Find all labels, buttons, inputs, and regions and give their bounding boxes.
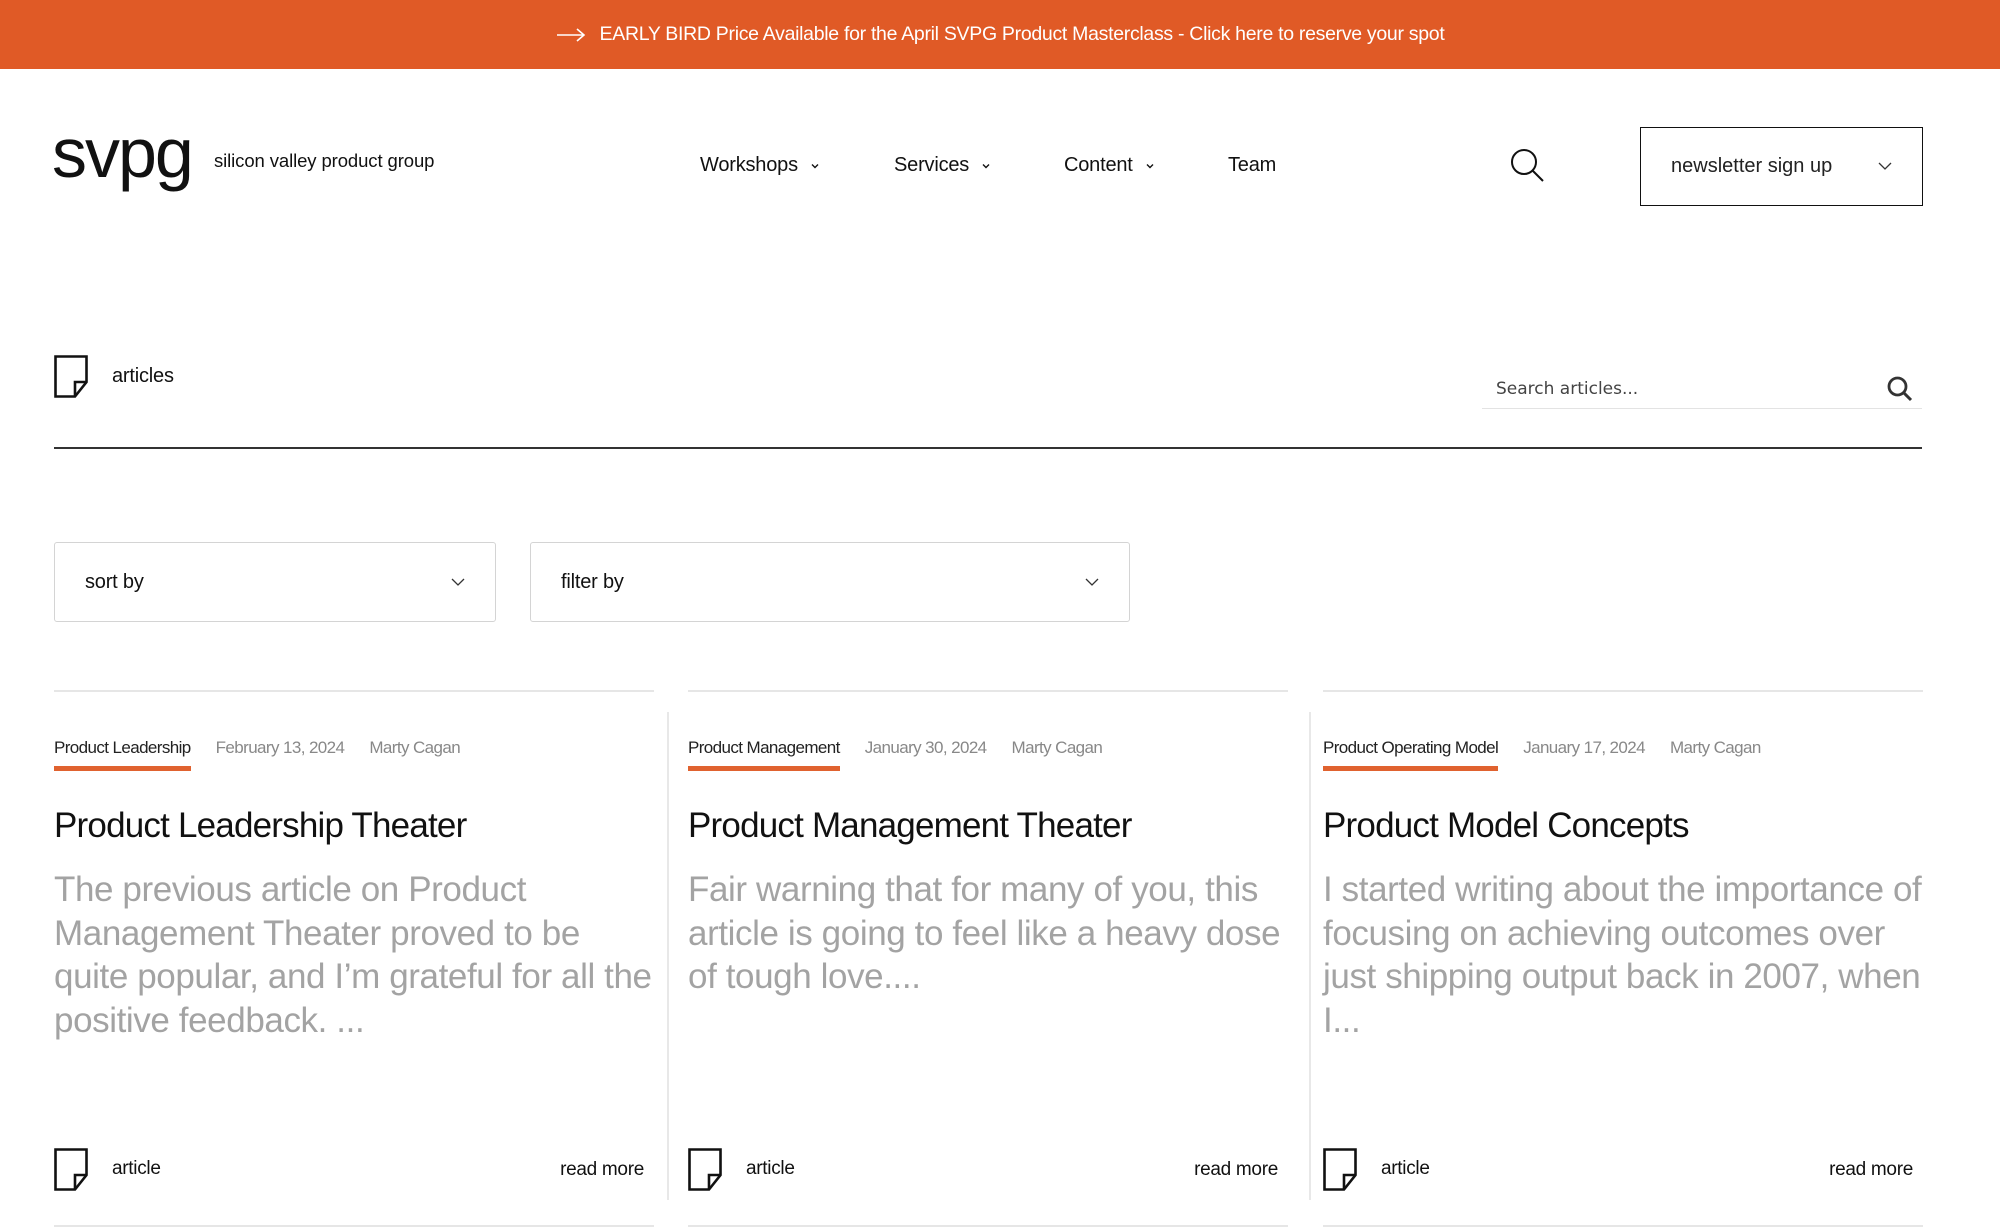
article-category-tag[interactable]: Product Operating Model xyxy=(1323,738,1499,771)
article-meta: Product Leadership February 13, 2024 Mar… xyxy=(54,738,461,771)
chevron-down-icon xyxy=(1878,162,1892,170)
card-column-divider xyxy=(1309,712,1311,1200)
article-title[interactable]: Product Model Concepts xyxy=(1323,806,1689,846)
nav-content[interactable]: Content xyxy=(1064,154,1155,177)
article-author[interactable]: Marty Cagan xyxy=(369,738,460,758)
article-meta: Product Operating Model January 17, 2024… xyxy=(1323,738,1761,771)
logo[interactable]: svpg xyxy=(52,118,194,188)
article-title[interactable]: Product Management Theater xyxy=(688,806,1132,846)
chevron-down-icon xyxy=(1146,163,1154,168)
section-divider xyxy=(54,447,1922,449)
document-icon xyxy=(688,1148,722,1191)
article-author[interactable]: Marty Cagan xyxy=(1012,738,1103,758)
document-icon xyxy=(54,1148,88,1191)
article-date: January 17, 2024 xyxy=(1523,738,1645,757)
promo-banner-text[interactable]: EARLY BIRD Price Available for the April… xyxy=(600,23,1445,46)
article-search xyxy=(1482,370,1922,409)
article-footer: article read more xyxy=(54,1148,644,1192)
card-bottom-border xyxy=(1323,1225,1923,1227)
article-meta: Product Management January 30, 2024 Mart… xyxy=(688,738,1103,771)
article-date: January 30, 2024 xyxy=(864,738,987,757)
article-card: Product Management January 30, 2024 Mart… xyxy=(688,690,1288,1225)
nav-workshops[interactable]: Workshops xyxy=(700,154,820,177)
card-bottom-border xyxy=(688,1225,1288,1227)
filter-by-dropdown[interactable]: filter by xyxy=(530,542,1130,622)
search-icon[interactable] xyxy=(1886,375,1914,403)
promo-banner[interactable]: EARLY BIRD Price Available for the April… xyxy=(0,0,2000,69)
newsletter-signup-button[interactable]: newsletter sign up xyxy=(1640,127,1923,206)
article-card: Product Operating Model January 17, 2024… xyxy=(1323,690,1923,1225)
article-type-label: article xyxy=(112,1158,161,1179)
filter-by-label: filter by xyxy=(561,570,624,593)
article-date: February 13, 2024 xyxy=(215,738,345,757)
article-footer: article read more xyxy=(1323,1148,1913,1192)
read-more-link[interactable]: read more xyxy=(560,1159,644,1181)
nav-content-label: Content xyxy=(1064,154,1133,176)
chevron-down-icon xyxy=(811,163,819,168)
chevron-down-icon xyxy=(1085,578,1099,586)
card-column-divider xyxy=(667,712,669,1200)
article-author[interactable]: Marty Cagan xyxy=(1670,738,1761,758)
article-type-label: article xyxy=(1381,1158,1430,1179)
card-bottom-border xyxy=(54,1225,654,1227)
article-excerpt: The previous article on Product Manageme… xyxy=(54,870,652,1040)
nav-services-label: Services xyxy=(894,154,970,176)
section-title: articles xyxy=(112,365,174,387)
chevron-down-icon xyxy=(982,163,990,168)
nav-team[interactable]: Team xyxy=(1228,154,1276,177)
nav-workshops-label: Workshops xyxy=(700,154,798,176)
search-icon xyxy=(1511,149,1544,182)
logo-tagline: silicon valley product group xyxy=(214,150,435,171)
nav-services[interactable]: Services xyxy=(894,154,991,177)
read-more-link[interactable]: read more xyxy=(1829,1159,1913,1181)
arrow-right-icon xyxy=(556,27,586,42)
article-excerpt: Fair warning that for many of you, this … xyxy=(688,870,1281,996)
article-footer: article read more xyxy=(688,1148,1278,1192)
article-card: Product Leadership February 13, 2024 Mar… xyxy=(54,690,654,1225)
article-excerpt: I started writing about the importance o… xyxy=(1323,870,1922,1040)
nav-team-label: Team xyxy=(1228,154,1277,176)
header-search-button[interactable] xyxy=(1508,146,1548,186)
article-category-tag[interactable]: Product Management xyxy=(688,738,840,771)
article-category-tag[interactable]: Product Leadership xyxy=(54,738,191,771)
read-more-link[interactable]: read more xyxy=(1194,1159,1278,1181)
chevron-down-icon xyxy=(451,578,465,586)
newsletter-label: newsletter sign up xyxy=(1671,155,1833,177)
article-title[interactable]: Product Leadership Theater xyxy=(54,806,467,846)
document-icon xyxy=(1323,1148,1357,1191)
document-icon xyxy=(54,355,88,398)
sort-by-label: sort by xyxy=(85,570,144,593)
sort-by-dropdown[interactable]: sort by xyxy=(54,542,496,622)
search-articles-input[interactable] xyxy=(1496,370,1876,408)
article-type-label: article xyxy=(746,1158,795,1179)
